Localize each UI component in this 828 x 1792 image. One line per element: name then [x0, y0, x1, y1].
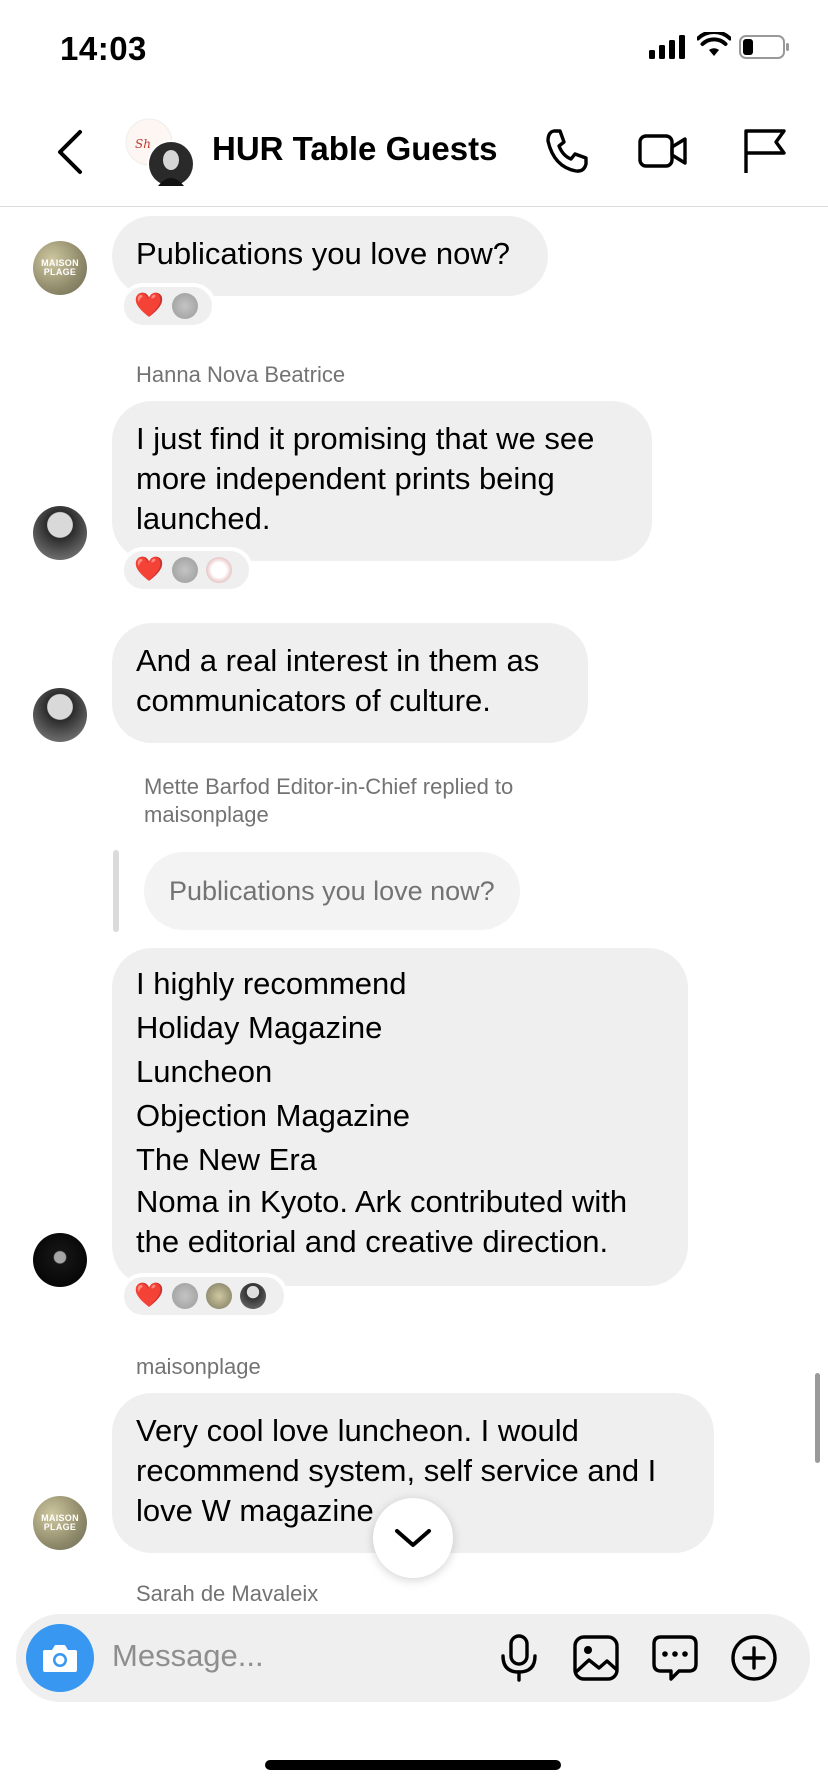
avatar-hanna[interactable] [33, 688, 87, 742]
flag-icon[interactable] [738, 125, 790, 177]
reactions-bar[interactable]: ❤️ [120, 547, 253, 593]
message-bubble[interactable]: I just find it promising that we see mor… [112, 401, 652, 561]
reactions-bar[interactable]: ❤️ [120, 1273, 288, 1319]
phone-icon[interactable] [540, 125, 592, 177]
reactor-avatar [171, 557, 198, 583]
gallery-icon[interactable] [570, 1632, 622, 1684]
message-line: I highly recommend [136, 966, 407, 1001]
message-input[interactable]: Message... [112, 1638, 264, 1674]
svg-text:Sh: Sh [135, 137, 151, 151]
message-bubble[interactable]: And a real interest in them as communica… [112, 623, 588, 743]
reactor-avatar [171, 1283, 198, 1309]
message-bubble[interactable]: I highly recommend Holiday Magazine Lunc… [112, 948, 688, 1286]
cellular-signal-icon [649, 33, 685, 59]
camera-button[interactable] [26, 1624, 94, 1692]
message-line: Holiday Magazine [136, 1010, 383, 1045]
plus-circle-icon[interactable] [728, 1632, 780, 1684]
reply-quote-bar [113, 850, 119, 932]
reactor-avatar [239, 1283, 266, 1309]
group-avatar[interactable]: Sh [125, 118, 195, 188]
scroll-to-bottom-button[interactable] [373, 1498, 453, 1578]
back-chevron-icon[interactable] [52, 126, 88, 178]
avatar-maisonplage[interactable]: MAISON PLAGE [33, 1496, 87, 1550]
message-line: Objection Magazine [136, 1098, 410, 1133]
heart-reaction-icon: ❤️ [134, 556, 164, 583]
scrollbar[interactable] [815, 1373, 820, 1463]
chevron-down-icon [395, 1529, 431, 1547]
camera-icon [43, 1645, 77, 1672]
reactions-bar[interactable]: ❤️ [120, 283, 216, 329]
video-camera-icon[interactable] [637, 125, 689, 177]
message-line: The New Era [136, 1142, 317, 1177]
sender-name: maisonplage [136, 1354, 261, 1379]
wifi-icon [697, 32, 731, 56]
battery-icon [739, 35, 789, 59]
sender-name: Sarah de Mavaleix [136, 1581, 319, 1606]
message-line: Luncheon [136, 1054, 273, 1089]
reactor-avatar [205, 1283, 232, 1309]
avatar-mette[interactable] [33, 1233, 87, 1287]
avatar-hanna[interactable] [33, 506, 87, 560]
microphone-icon[interactable] [493, 1632, 545, 1684]
status-time: 14:03 [60, 30, 147, 67]
sticker-chat-icon[interactable] [649, 1632, 701, 1684]
reply-note: Mette Barfod Editor-in-Chief replied to … [144, 774, 514, 827]
reactor-avatar [171, 293, 198, 319]
heart-reaction-icon: ❤️ [134, 1282, 164, 1309]
reactor-avatar [205, 557, 232, 583]
chat-title[interactable]: HUR Table Guests [212, 130, 497, 168]
home-indicator[interactable] [265, 1760, 561, 1770]
sender-name: Hanna Nova Beatrice [136, 362, 346, 387]
quoted-message[interactable]: Publications you love now? [144, 852, 520, 930]
avatar-maisonplage[interactable]: MAISON PLAGE [33, 241, 87, 295]
message-line: Noma in Kyoto. Ark contributed with the … [136, 1184, 628, 1259]
heart-reaction-icon: ❤️ [134, 292, 164, 319]
